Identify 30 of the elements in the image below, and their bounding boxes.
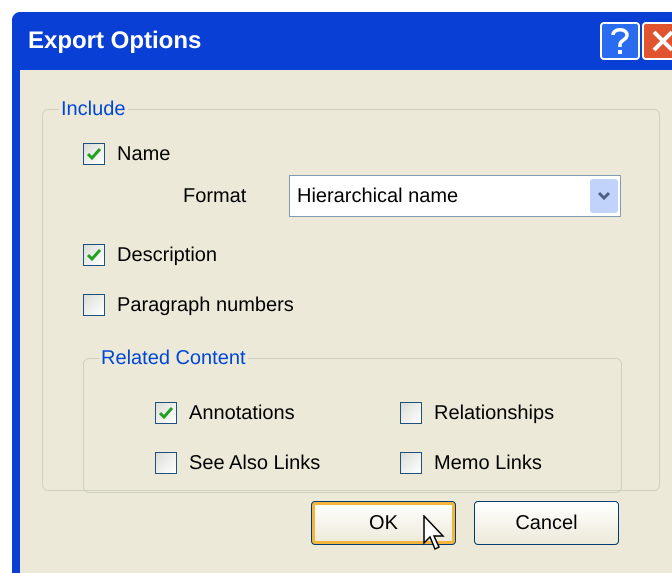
checkbox-label[interactable]: Annotations bbox=[189, 403, 295, 423]
window-title: Export Options bbox=[28, 26, 202, 56]
group-legend: Include bbox=[59, 94, 128, 124]
format-label: Format bbox=[183, 184, 248, 209]
checkbox-label[interactable]: Relationships bbox=[434, 403, 554, 423]
checkbox[interactable] bbox=[400, 402, 422, 424]
checkbox[interactable] bbox=[83, 143, 105, 165]
checkbox[interactable] bbox=[83, 244, 105, 266]
format-dropdown[interactable]: Hierarchical name bbox=[289, 175, 621, 217]
close-icon bbox=[651, 29, 672, 53]
check-icon bbox=[87, 249, 101, 261]
checkbox[interactable] bbox=[155, 452, 177, 474]
dialog-button[interactable]: OK bbox=[311, 501, 456, 545]
group-legend: Related Content bbox=[99, 343, 248, 373]
close-button[interactable] bbox=[642, 22, 672, 60]
help-button[interactable] bbox=[600, 22, 640, 60]
checkbox-label[interactable]: Description bbox=[117, 245, 218, 265]
checkbox[interactable] bbox=[400, 452, 422, 474]
check-icon bbox=[87, 148, 101, 160]
checkbox[interactable] bbox=[83, 294, 105, 316]
check-icon bbox=[159, 407, 173, 419]
checkbox-label[interactable]: See Also Links bbox=[189, 453, 320, 473]
dropdown-value: Hierarchical name bbox=[297, 184, 460, 209]
mouse-cursor-icon bbox=[423, 515, 447, 551]
help-icon bbox=[611, 27, 629, 55]
checkbox-label[interactable]: Paragraph numbers bbox=[117, 295, 294, 315]
checkbox[interactable] bbox=[155, 402, 177, 424]
checkbox-label[interactable]: Name bbox=[117, 144, 170, 164]
checkbox-label[interactable]: Memo Links bbox=[434, 453, 542, 473]
dialog-button[interactable]: Cancel bbox=[474, 501, 619, 545]
